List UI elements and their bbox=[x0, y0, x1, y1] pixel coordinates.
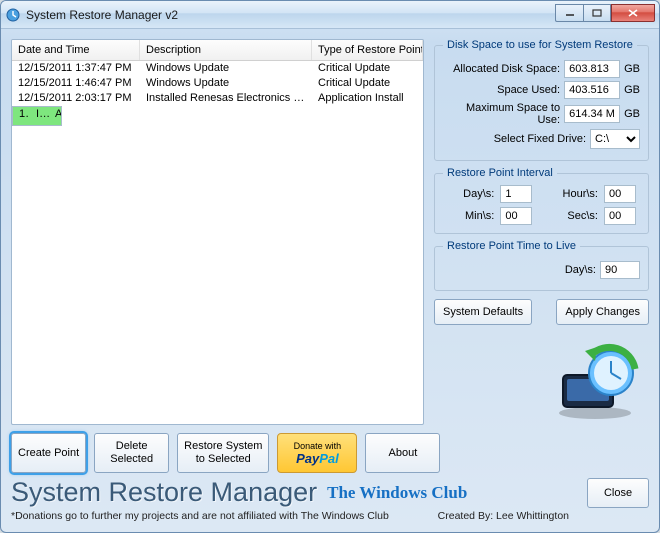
cell-datetime: 12/15/2011 1:46:47 PM bbox=[12, 76, 140, 91]
interval-legend: Restore Point Interval bbox=[443, 167, 557, 179]
cell-type: Critical Update bbox=[312, 76, 423, 91]
allocated-unit: GB bbox=[624, 63, 640, 75]
created-by-text: Created By: Lee Whittington bbox=[438, 510, 649, 522]
hours-label: Hour\s: bbox=[542, 188, 598, 200]
days-label: Day\s: bbox=[443, 188, 494, 200]
cell-datetime: 12/15/2011 2:03:17 PM bbox=[12, 91, 140, 106]
max-label: Maximum Space to Use: bbox=[443, 102, 560, 126]
paypal-logo-icon: PayPal bbox=[296, 451, 339, 466]
close-button[interactable]: Close bbox=[587, 478, 649, 508]
drive-select[interactable]: C:\ bbox=[590, 129, 640, 149]
used-input[interactable] bbox=[564, 81, 620, 99]
diskspace-legend: Disk Space to use for System Restore bbox=[443, 39, 637, 51]
restore-logo-icon bbox=[545, 341, 645, 421]
about-button[interactable]: About bbox=[365, 433, 440, 473]
table-row[interactable]: 12/15/2011 2:03:17 PMInstalled Renesas E… bbox=[12, 91, 423, 106]
system-defaults-button[interactable]: System Defaults bbox=[434, 299, 532, 325]
client-area: Date and Time Description Type of Restor… bbox=[1, 29, 659, 532]
logo-area bbox=[434, 331, 649, 425]
list-header: Date and Time Description Type of Restor… bbox=[12, 40, 423, 61]
cell-datetime: 12/15/2011 2:38:18 PM bbox=[13, 107, 30, 125]
create-point-button[interactable]: Create Point bbox=[11, 433, 86, 473]
hours-input[interactable] bbox=[604, 185, 636, 203]
bottom-button-row: Create Point Delete Selected Restore Sys… bbox=[11, 433, 649, 473]
delete-selected-button[interactable]: Delete Selected bbox=[94, 433, 169, 473]
disclaimer-text: *Donations go to further my projects and… bbox=[11, 510, 389, 522]
maximize-button[interactable] bbox=[583, 4, 611, 22]
used-unit: GB bbox=[624, 84, 640, 96]
donate-paypal-button[interactable]: Donate with PayPal bbox=[277, 433, 357, 473]
ttl-days-label: Day\s: bbox=[565, 264, 596, 276]
allocated-label: Allocated Disk Space: bbox=[453, 63, 560, 75]
table-row[interactable]: 12/15/2011 2:38:18 PMInstalled COMODO Un… bbox=[12, 106, 62, 126]
drive-label: Select Fixed Drive: bbox=[494, 133, 586, 145]
secs-label: Sec\s: bbox=[542, 210, 598, 222]
app-window: System Restore Manager v2 Date and Time … bbox=[0, 0, 660, 533]
window-controls bbox=[555, 8, 655, 22]
window-title: System Restore Manager v2 bbox=[26, 8, 555, 22]
diskspace-group: Disk Space to use for System Restore All… bbox=[434, 39, 649, 161]
cell-type: Critical Update bbox=[312, 61, 423, 76]
used-label: Space Used: bbox=[497, 84, 560, 96]
cell-description: Installed COMODO Unite bbox=[30, 107, 49, 125]
restore-to-selected-button[interactable]: Restore System to Selected bbox=[177, 433, 269, 473]
titlebar[interactable]: System Restore Manager v2 bbox=[1, 1, 659, 29]
app-title-text: System Restore Manager bbox=[11, 477, 317, 508]
minimize-button[interactable] bbox=[555, 4, 583, 22]
ttl-group: Restore Point Time to Live Day\s: bbox=[434, 240, 649, 291]
header-datetime[interactable]: Date and Time bbox=[12, 40, 140, 60]
table-row[interactable]: 12/15/2011 1:46:47 PMWindows UpdateCriti… bbox=[12, 76, 423, 91]
cell-description: Installed Renesas Electronics USB ... bbox=[140, 91, 312, 106]
mins-label: Min\s: bbox=[443, 210, 494, 222]
header-type[interactable]: Type of Restore Point bbox=[312, 40, 423, 60]
side-panel: Disk Space to use for System Restore All… bbox=[434, 39, 649, 425]
max-input[interactable] bbox=[564, 105, 620, 123]
days-input[interactable] bbox=[500, 185, 532, 203]
footer: System Restore Manager The Windows Club … bbox=[11, 477, 649, 508]
cell-datetime: 12/15/2011 1:37:47 PM bbox=[12, 61, 140, 76]
interval-group: Restore Point Interval Day\s: Hour\s: Mi… bbox=[434, 167, 649, 234]
ttl-legend: Restore Point Time to Live bbox=[443, 240, 580, 252]
app-icon bbox=[5, 7, 21, 23]
allocated-input[interactable] bbox=[564, 60, 620, 78]
max-unit: GB bbox=[624, 108, 640, 120]
the-windows-club-text: The Windows Club bbox=[327, 483, 467, 503]
close-window-button[interactable] bbox=[611, 4, 655, 22]
restore-points-list[interactable]: Date and Time Description Type of Restor… bbox=[11, 39, 424, 425]
donate-with-text: Donate with bbox=[294, 441, 342, 451]
cell-type: Application Install bbox=[312, 91, 423, 106]
cell-description: Windows Update bbox=[140, 61, 312, 76]
cell-type: Application Install bbox=[49, 107, 61, 125]
ttl-days-input[interactable] bbox=[600, 261, 640, 279]
header-description[interactable]: Description bbox=[140, 40, 312, 60]
apply-changes-button[interactable]: Apply Changes bbox=[556, 299, 649, 325]
mins-input[interactable] bbox=[500, 207, 532, 225]
table-row[interactable]: 12/15/2011 1:37:47 PMWindows UpdateCriti… bbox=[12, 61, 423, 76]
cell-description: Windows Update bbox=[140, 76, 312, 91]
secs-input[interactable] bbox=[604, 207, 636, 225]
